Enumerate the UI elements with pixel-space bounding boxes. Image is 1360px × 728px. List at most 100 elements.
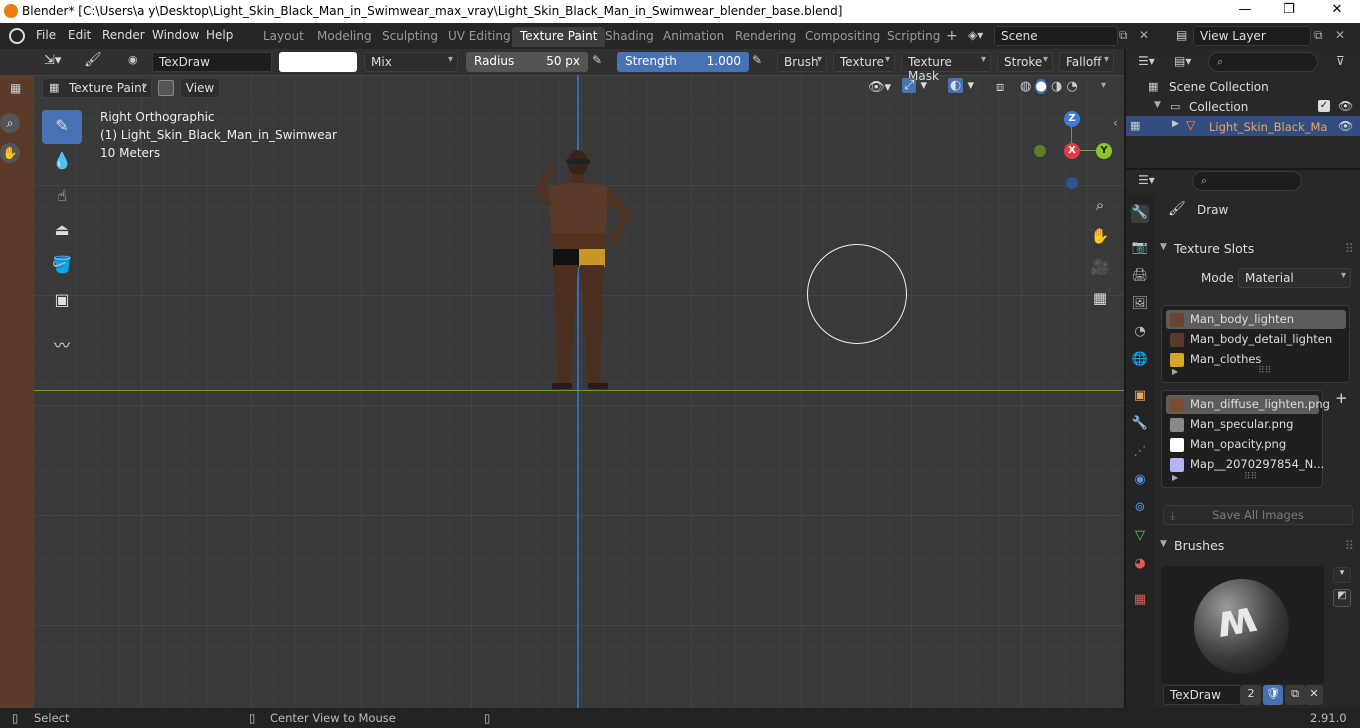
output-tab-icon[interactable]: 🖨	[1131, 268, 1149, 286]
tab-scripting[interactable]: Scripting	[879, 27, 948, 47]
slot-mode-select[interactable]: Material ▾	[1238, 268, 1351, 288]
material-tab-icon[interactable]: ◕	[1131, 556, 1149, 574]
sidebar-toggle-icon[interactable]: ‹	[1113, 116, 1118, 130]
scene-name-field[interactable]: Scene	[994, 26, 1118, 46]
visibility-icon[interactable]: 👁▾	[868, 80, 891, 95]
radius-slider[interactable]: Radius 50 px	[466, 52, 588, 72]
physics-tab-icon[interactable]: ◉	[1131, 472, 1149, 490]
duplicate-brush-icon[interactable]: ⧉	[1285, 685, 1305, 705]
drag-handle-icon[interactable]: ⠿	[1345, 538, 1354, 553]
drag-handle-icon[interactable]: ⠿	[1345, 241, 1354, 256]
brush-image-icon[interactable]: ◩	[1333, 589, 1351, 607]
smear-tool[interactable]: ☝	[42, 180, 82, 214]
strength-slider[interactable]: Strength 1.000	[617, 52, 749, 72]
hand-icon[interactable]: ✋	[0, 143, 20, 163]
resize-handle-icon[interactable]: ⠿⠿	[1244, 472, 1257, 482]
expand-icon[interactable]: ▶	[1172, 119, 1179, 129]
expand-icon[interactable]: ▼	[1154, 100, 1161, 110]
brush-users-count[interactable]: 2	[1241, 685, 1261, 705]
list-item[interactable]: Map__2070297854_N...	[1166, 455, 1324, 474]
gizmo-x-axis[interactable]: X	[1064, 143, 1080, 159]
view-menu[interactable]: View	[180, 78, 220, 98]
filter-icon[interactable]: ⊽	[1336, 54, 1345, 68]
add-workspace-icon[interactable]: +	[946, 28, 958, 44]
draw-tool[interactable]: ✎	[42, 110, 82, 144]
menu-window[interactable]: Window	[152, 28, 199, 42]
view-layer-icon[interactable]: ▤	[1176, 28, 1187, 42]
gizmo-neg-y[interactable]	[1034, 145, 1046, 157]
falloff-menu[interactable]: Falloff ▾	[1059, 52, 1114, 72]
shading-options-icon[interactable]: ▾	[1101, 80, 1106, 91]
eye-icon[interactable]: 👁	[1338, 99, 1353, 113]
material-shading-icon[interactable]: ◑	[1051, 79, 1062, 94]
maximize-button[interactable]: ❐	[1267, 2, 1311, 20]
tab-modeling[interactable]: Modeling	[309, 27, 380, 47]
fake-user-shield-icon[interactable]: 🛡	[1263, 685, 1283, 705]
outliner-editor-icon[interactable]: ☰▾	[1138, 54, 1155, 68]
menu-file[interactable]: File	[36, 28, 56, 42]
view-layer-field[interactable]: View Layer	[1193, 26, 1311, 46]
delete-view-layer-icon[interactable]: ✕	[1335, 28, 1345, 42]
close-button[interactable]: ✕	[1315, 2, 1359, 20]
brushes-header[interactable]: ▼ Brushes ⠿	[1154, 534, 1358, 558]
collection-label[interactable]: Collection	[1189, 100, 1248, 114]
checker-icon[interactable]: ▦	[10, 81, 21, 95]
unlink-brush-icon[interactable]: ✕	[1305, 685, 1323, 705]
wireframe-shading-icon[interactable]: ◍	[1020, 79, 1031, 94]
menu-edit[interactable]: Edit	[68, 28, 91, 42]
outliner-search-input[interactable]: ⌕	[1208, 52, 1318, 72]
overlay-toggle-icon[interactable]: ◐ ▾	[948, 78, 992, 98]
particles-tab-icon[interactable]: ⋰	[1131, 444, 1149, 462]
brush-preview[interactable]: ʍ	[1161, 566, 1324, 684]
eye-icon[interactable]: 👁	[1338, 119, 1353, 133]
brush-tool-icon[interactable]: 🖌	[84, 52, 108, 72]
stroke-menu[interactable]: Stroke ▾	[997, 52, 1053, 72]
tab-shading[interactable]: Shading	[597, 27, 662, 47]
gizmo-neg-z[interactable]	[1066, 177, 1078, 189]
menu-render[interactable]: Render	[102, 28, 145, 42]
world-tab-icon[interactable]: 🌐	[1131, 352, 1149, 370]
blender-menu-icon[interactable]	[9, 28, 25, 44]
rendered-shading-icon[interactable]: ◔	[1066, 79, 1077, 94]
expand-icon[interactable]: ▶	[1172, 367, 1178, 376]
gizmo-toggle-icon[interactable]: ⤢ ▾	[902, 78, 946, 98]
pan-hand-icon[interactable]: ✋	[1088, 224, 1112, 248]
3d-viewport[interactable]: Right Orthographic (1) Light_Skin_Black_…	[34, 75, 1124, 708]
radius-pressure-icon[interactable]: ✎	[592, 53, 610, 71]
add-slot-icon[interactable]: +	[1335, 389, 1348, 407]
resize-handle-icon[interactable]: ⠿⠿	[1258, 366, 1271, 376]
display-mode-icon[interactable]: ▤▾	[1174, 54, 1191, 68]
zoom-icon[interactable]: ⌕	[1088, 193, 1112, 217]
minimize-button[interactable]: —	[1223, 2, 1267, 20]
grid-icon[interactable]: ▦	[1088, 286, 1112, 310]
texture-tab-icon[interactable]: ▦	[1131, 592, 1149, 610]
tool-tab-icon[interactable]: 🔧	[1131, 205, 1149, 223]
clone-tool[interactable]: ⏏	[42, 214, 82, 248]
brush-datablock-icon[interactable]: ◉	[128, 53, 146, 71]
soften-tool[interactable]: 💧	[42, 145, 82, 179]
scene-icon[interactable]: ◈▾	[968, 28, 990, 44]
menu-help[interactable]: Help	[206, 28, 233, 42]
list-item[interactable]: Man_body_detail_lighten	[1166, 330, 1346, 349]
texture-slots-header[interactable]: ▼ Texture Slots ⠿	[1154, 237, 1358, 261]
texture-menu[interactable]: Texture ▾	[833, 52, 895, 72]
object-label[interactable]: Light_Skin_Black_Ma	[1209, 120, 1327, 134]
xray-icon[interactable]: ⧈	[996, 80, 1004, 95]
mask-toggle[interactable]	[158, 80, 174, 96]
gizmo-z-axis[interactable]: Z	[1064, 111, 1080, 127]
texture-mask-menu[interactable]: Texture Mask ▾	[901, 52, 991, 83]
tab-texture-paint[interactable]: Texture Paint	[512, 27, 606, 47]
mask-tool[interactable]: ▣	[42, 284, 82, 318]
tab-rendering[interactable]: Rendering	[727, 27, 804, 47]
list-item[interactable]: Man_specular.png	[1166, 415, 1319, 434]
new-scene-icon[interactable]: ⧉	[1119, 28, 1128, 43]
camera-icon[interactable]: 🎥	[1088, 255, 1112, 279]
delete-scene-icon[interactable]: ✕	[1139, 28, 1149, 42]
modifier-tab-icon[interactable]: 🔧	[1131, 416, 1149, 434]
brush-slot-name-field[interactable]: TexDraw	[1163, 685, 1241, 705]
brush-list-toggle-icon[interactable]: ▾	[1333, 567, 1351, 583]
list-item[interactable]: Man_body_lighten	[1166, 310, 1346, 329]
brush-color-swatch[interactable]	[279, 52, 357, 72]
brush-menu[interactable]: Brush ▾	[777, 52, 827, 72]
collection-checkbox[interactable]: ✓	[1318, 100, 1330, 112]
